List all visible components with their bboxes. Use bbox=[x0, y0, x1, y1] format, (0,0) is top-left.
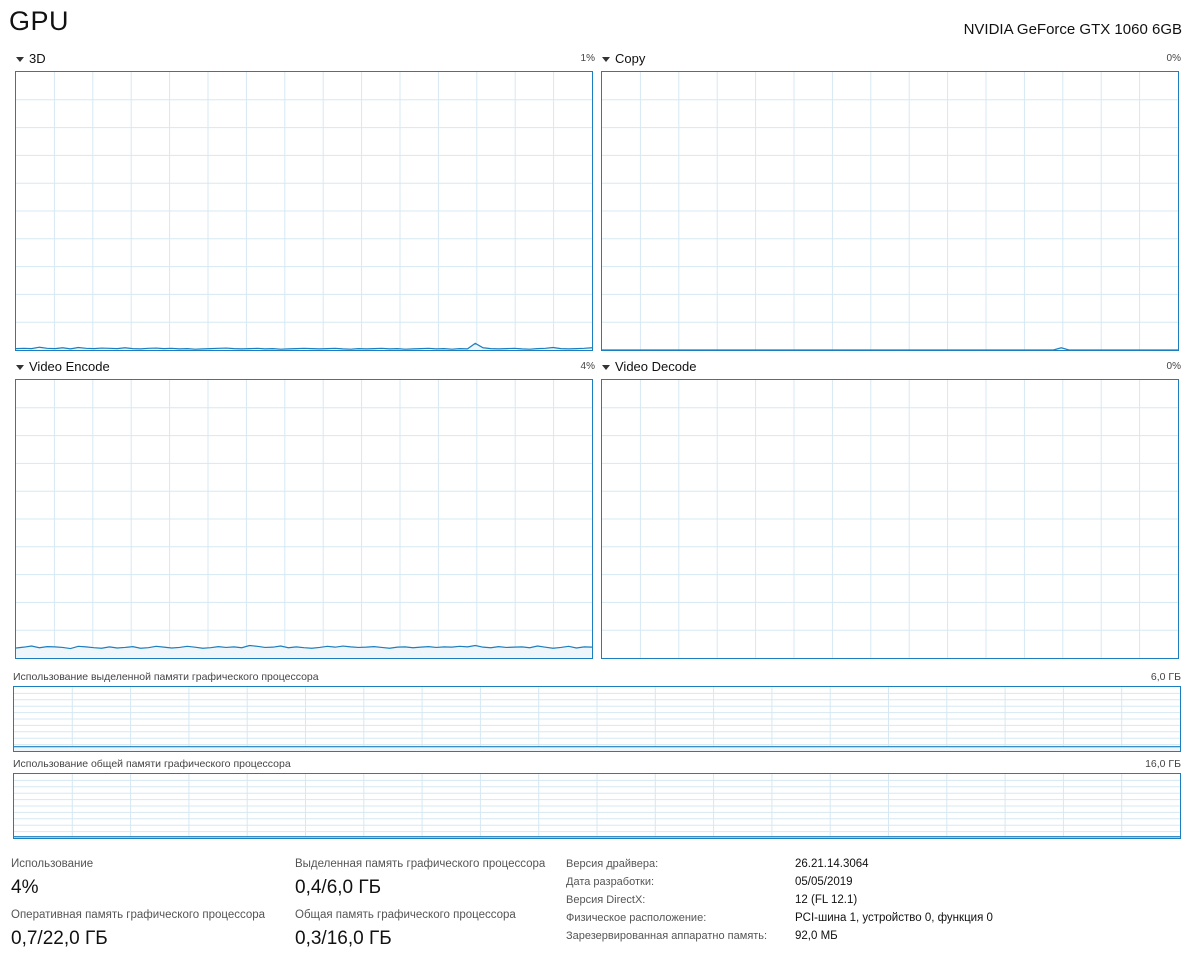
engine-percent: 0% bbox=[1166, 53, 1181, 64]
engine-selector-video-encode[interactable]: Video Encode bbox=[16, 359, 110, 374]
engine-label: Video Encode bbox=[29, 359, 110, 374]
engine-selector-3d[interactable]: 3D bbox=[16, 51, 46, 66]
directx-version-label: Версия DirectX: bbox=[566, 894, 646, 906]
usage-line bbox=[602, 347, 1178, 350]
gpu-memory-label: Оперативная память графического процессо… bbox=[11, 909, 266, 921]
engine-percent: 4% bbox=[580, 361, 595, 372]
physical-location-label: Физическое расположение: bbox=[566, 912, 707, 924]
shared-memory-graph bbox=[13, 773, 1181, 839]
engine-label: 3D bbox=[29, 51, 46, 66]
engine-graph-video-encode bbox=[15, 379, 593, 659]
memory-graph-svg bbox=[14, 774, 1180, 838]
page-title: GPU bbox=[9, 6, 70, 36]
driver-date-value: 05/05/2019 bbox=[795, 876, 853, 888]
shared-memory-stat-value: 0,3/16,0 ГБ bbox=[295, 928, 392, 949]
dedicated-memory-stat-label: Выделенная память графического процессор… bbox=[295, 858, 546, 870]
driver-version-label: Версия драйвера: bbox=[566, 858, 659, 870]
usage-line bbox=[16, 342, 592, 350]
shared-memory-max: 16,0 ГБ bbox=[1145, 758, 1181, 770]
chevron-down-icon bbox=[602, 364, 610, 370]
chevron-down-icon bbox=[16, 56, 24, 62]
dedicated-memory-label: Использование выделенной памяти графичес… bbox=[13, 671, 319, 683]
chevron-down-icon bbox=[602, 56, 610, 62]
memory-graph-svg bbox=[14, 687, 1180, 751]
utilization-value: 4% bbox=[11, 877, 39, 898]
engine-percent: 0% bbox=[1166, 361, 1181, 372]
directx-version-value: 12 (FL 12.1) bbox=[795, 894, 858, 906]
chevron-down-icon bbox=[16, 364, 24, 370]
engine-selector-copy[interactable]: Copy bbox=[602, 51, 645, 66]
dedicated-memory-graph bbox=[13, 686, 1181, 752]
engine-graph-svg bbox=[602, 380, 1178, 658]
reserved-memory-value: 92,0 МБ bbox=[795, 930, 838, 942]
shared-memory-stat-label: Общая память графического процессора bbox=[295, 909, 516, 921]
driver-date-label: Дата разработки: bbox=[566, 876, 655, 888]
reserved-memory-label: Зарезервированная аппаратно память: bbox=[566, 930, 768, 942]
engine-graph-video-decode bbox=[601, 379, 1179, 659]
memory-fill bbox=[14, 746, 1180, 751]
engine-graph-svg bbox=[16, 72, 592, 350]
engine-selector-video-decode[interactable]: Video Decode bbox=[602, 359, 696, 374]
gpu-name: NVIDIA GeForce GTX 1060 6GB bbox=[963, 21, 1182, 38]
engine-graph-3d bbox=[15, 71, 593, 351]
driver-version-value: 26.21.14.3064 bbox=[795, 858, 869, 870]
engine-label: Video Decode bbox=[615, 359, 697, 374]
engine-graph-copy bbox=[601, 71, 1179, 351]
utilization-label: Использование bbox=[11, 858, 94, 870]
physical-location-value: PCI-шина 1, устройство 0, функция 0 bbox=[795, 912, 993, 924]
engine-graph-svg bbox=[602, 72, 1178, 350]
gpu-memory-value: 0,7/22,0 ГБ bbox=[11, 928, 108, 949]
dedicated-memory-stat-value: 0,4/6,0 ГБ bbox=[295, 877, 382, 898]
shared-memory-label: Использование общей памяти графического … bbox=[13, 758, 291, 770]
engine-percent: 1% bbox=[580, 53, 595, 64]
engine-label: Copy bbox=[615, 51, 646, 66]
dedicated-memory-max: 6,0 ГБ bbox=[1150, 671, 1181, 683]
engine-graph-svg bbox=[16, 380, 592, 658]
